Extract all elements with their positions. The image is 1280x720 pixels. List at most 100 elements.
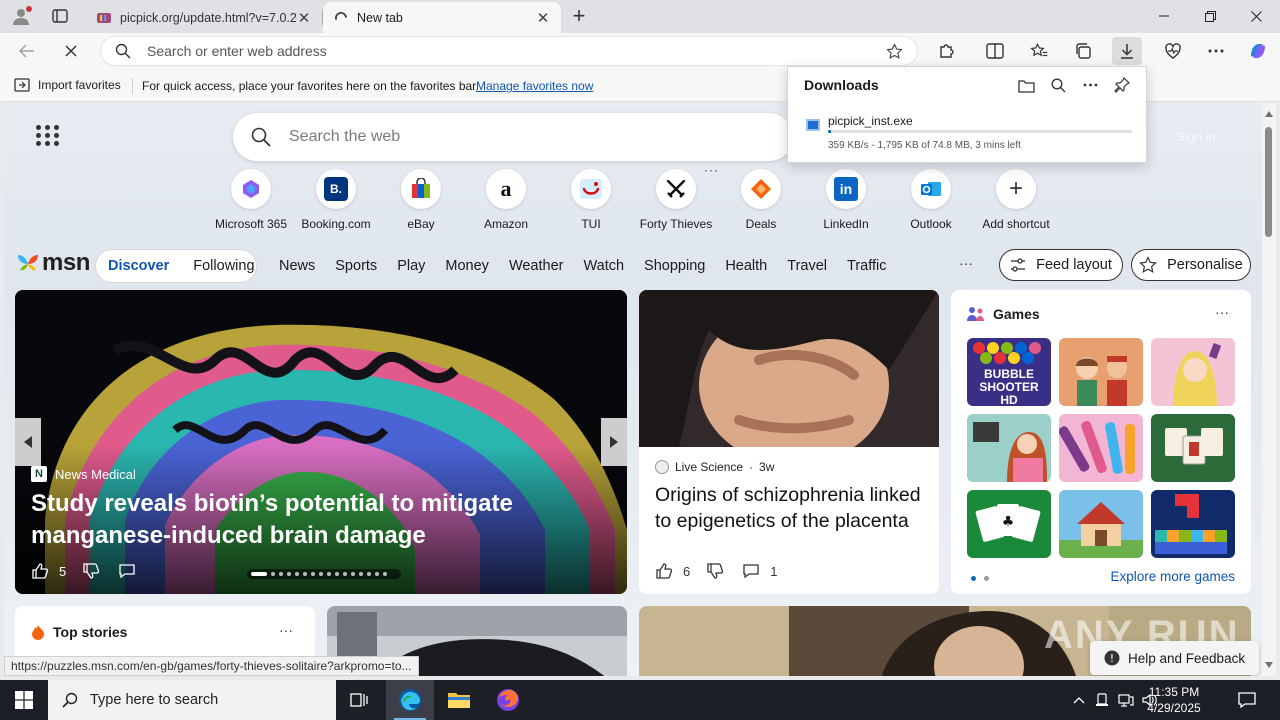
hero-prev-button[interactable]	[15, 418, 41, 466]
game-tile-4[interactable]	[967, 414, 1051, 482]
hero-headline[interactable]: Study reveals biotin’s potential to miti…	[31, 488, 591, 552]
device-icon[interactable]	[1090, 693, 1114, 707]
sign-in-button[interactable]: Sign in	[1176, 129, 1216, 144]
game-tile-3[interactable]	[1151, 338, 1235, 406]
comment-icon[interactable]	[742, 562, 760, 580]
network-icon[interactable]	[1114, 693, 1138, 707]
thumbs-up-icon[interactable]	[655, 562, 673, 580]
copilot-button[interactable]	[1243, 37, 1273, 65]
hero-carousel-dot[interactable]	[343, 572, 347, 576]
shortcut-outlook[interactable]: Outlook	[889, 169, 973, 231]
tab-picpick[interactable]: picpick.org/update.html?v=7.0.2 ✕	[86, 2, 322, 33]
games-dot[interactable]	[984, 576, 989, 581]
help-feedback-button[interactable]: ! Help and Feedback	[1090, 641, 1260, 675]
restore-button[interactable]	[1187, 0, 1233, 32]
hero-carousel-dot[interactable]	[383, 572, 387, 576]
shortcut-linkedin[interactable]: in LinkedIn	[804, 169, 888, 231]
hero-story-card[interactable]: N News Medical Study reveals biotin’s po…	[15, 290, 627, 594]
hero-carousel-dot[interactable]	[279, 572, 283, 576]
address-input[interactable]	[147, 41, 847, 61]
nav-weather[interactable]: Weather	[509, 258, 564, 274]
nav-play[interactable]: Play	[397, 258, 425, 274]
profile-button[interactable]	[8, 4, 34, 28]
close-window-button[interactable]	[1233, 0, 1279, 32]
hero-carousel-dot[interactable]	[367, 572, 371, 576]
feed-layout-button[interactable]: Feed layout	[999, 249, 1123, 281]
close-tab-icon[interactable]: ✕	[535, 10, 551, 27]
shortcut-ebay[interactable]: eBay	[379, 169, 463, 231]
thumbs-down-icon[interactable]	[82, 562, 100, 580]
open-folder-icon[interactable]	[1016, 75, 1036, 95]
story-card-schizophrenia[interactable]: Live Science · 3w Origins of schizophren…	[639, 290, 939, 594]
hero-carousel-dot[interactable]	[319, 572, 323, 576]
download-file-name[interactable]: picpick_inst.exe	[828, 114, 913, 128]
import-favorites-button[interactable]: Import favorites	[14, 78, 121, 92]
web-search-input[interactable]	[289, 127, 769, 147]
show-hidden-icons-icon[interactable]	[1068, 696, 1090, 704]
search-downloads-icon[interactable]	[1048, 75, 1068, 95]
nav-news[interactable]: News	[279, 258, 315, 274]
stop-loading-button[interactable]	[56, 37, 86, 65]
taskbar-firefox[interactable]	[484, 680, 532, 720]
thumbs-down-icon[interactable]	[706, 562, 724, 580]
game-tile-8[interactable]	[1059, 490, 1143, 558]
app-launcher-icon[interactable]	[36, 125, 60, 147]
shortcut-deals[interactable]: Deals	[719, 169, 803, 231]
scroll-up-icon[interactable]	[1265, 111, 1273, 117]
hero-carousel-dot[interactable]	[311, 572, 315, 576]
close-tab-icon[interactable]: ✕	[296, 10, 312, 27]
hero-carousel-dot[interactable]	[287, 572, 291, 576]
taskbar-clock[interactable]: 11:35 PM 4/29/2025	[1138, 684, 1210, 716]
extensions-button[interactable]	[932, 37, 962, 65]
hero-carousel-dot[interactable]	[351, 572, 355, 576]
top-stories-more-icon[interactable]: ···	[279, 622, 293, 638]
nav-shopping[interactable]: Shopping	[644, 258, 705, 274]
explore-more-games-link[interactable]: Explore more games	[1110, 569, 1235, 584]
personalise-button[interactable]: Personalise	[1131, 249, 1251, 281]
manage-favorites-link[interactable]: Manage favorites now	[476, 79, 593, 93]
hero-carousel-dot[interactable]	[327, 572, 331, 576]
web-search-box[interactable]	[233, 113, 793, 161]
hero-carousel-dot[interactable]	[271, 572, 275, 576]
address-bar[interactable]	[100, 36, 918, 66]
shortcut-more-icon[interactable]: ···	[704, 163, 719, 177]
game-mahjong[interactable]	[1151, 414, 1235, 482]
taskbar-file-explorer[interactable]	[435, 680, 483, 720]
task-view-button[interactable]	[336, 680, 384, 720]
tab-new-tab[interactable]: New tab ✕	[323, 2, 561, 33]
games-more-icon[interactable]: ···	[1215, 304, 1229, 320]
nav-traffic[interactable]: Traffic	[847, 258, 886, 274]
game-solitaire[interactable]: ♣	[967, 490, 1051, 558]
scroll-down-icon[interactable]	[1265, 662, 1273, 668]
page-scrollbar[interactable]	[1262, 103, 1276, 676]
browser-essentials-button[interactable]	[1158, 37, 1188, 65]
games-dot[interactable]	[971, 576, 976, 581]
hero-carousel-dot[interactable]	[335, 572, 339, 576]
downloads-button[interactable]	[1112, 37, 1142, 65]
pin-icon[interactable]	[1112, 75, 1132, 95]
shortcut-tui[interactable]: TUI	[549, 169, 633, 231]
tab-following[interactable]: Following	[181, 258, 266, 274]
notifications-button[interactable]	[1222, 680, 1272, 720]
hero-carousel-dot[interactable]	[359, 572, 363, 576]
comment-icon[interactable]	[118, 562, 136, 580]
start-button[interactable]	[0, 680, 48, 720]
game-block-puzzle[interactable]	[1151, 490, 1235, 558]
star-icon[interactable]	[886, 43, 903, 60]
thumbs-up-icon[interactable]	[31, 562, 49, 580]
nav-money[interactable]: Money	[445, 258, 489, 274]
nav-more-icon[interactable]: ···	[959, 255, 973, 271]
tab-actions-button[interactable]	[46, 5, 74, 27]
msn-logo[interactable]: msn	[16, 249, 90, 277]
nav-health[interactable]: Health	[725, 258, 767, 274]
scroll-thumb[interactable]	[1265, 127, 1272, 237]
collections-button[interactable]	[1068, 37, 1098, 65]
minimize-button[interactable]	[1141, 0, 1187, 32]
nav-watch[interactable]: Watch	[583, 258, 624, 274]
nav-travel[interactable]: Travel	[787, 258, 827, 274]
hero-carousel-dot[interactable]	[375, 572, 379, 576]
game-tile-5[interactable]	[1059, 414, 1143, 482]
taskbar-edge[interactable]	[386, 680, 434, 720]
shortcut-amazon[interactable]: a Amazon	[464, 169, 548, 231]
split-screen-button[interactable]	[980, 37, 1010, 65]
